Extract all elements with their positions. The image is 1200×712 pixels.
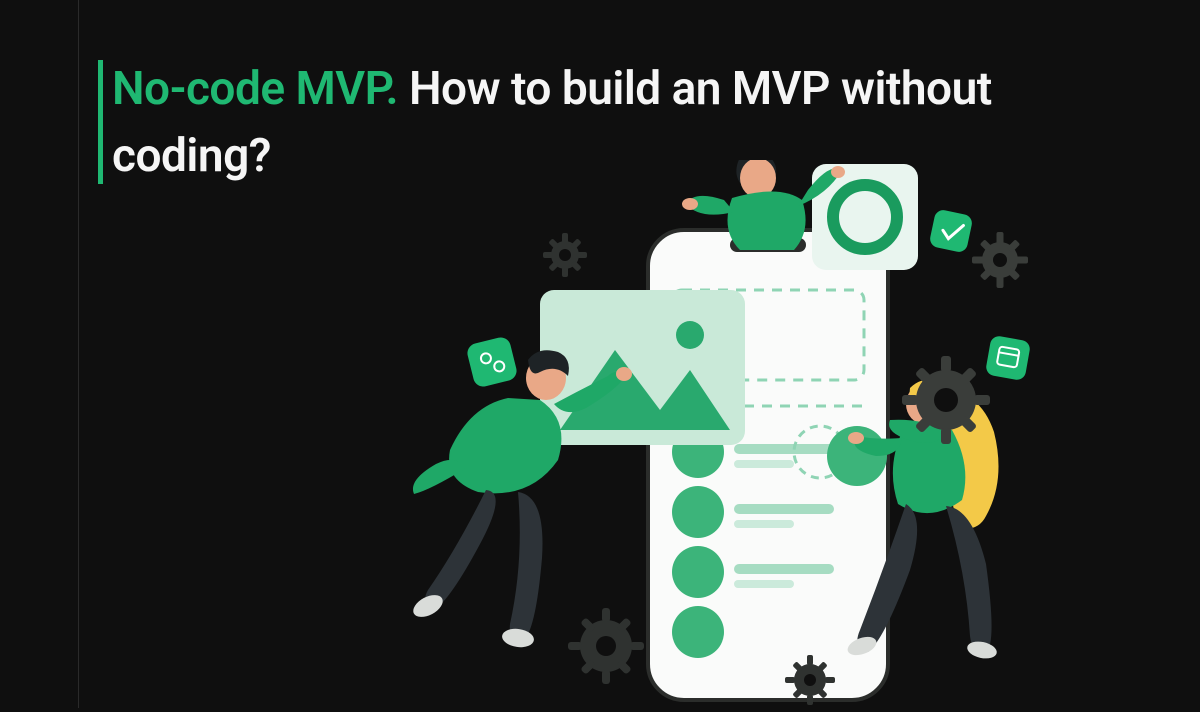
heading-accent-bar (98, 60, 103, 184)
hero-illustration (390, 160, 1130, 708)
title-accent-text: No-code MVP. (112, 62, 398, 116)
calendar-badge-icon (985, 335, 1031, 381)
settings-badge-icon (465, 335, 518, 388)
vertical-divider (78, 0, 79, 708)
gear-icon (543, 233, 587, 277)
gear-icon (568, 608, 644, 684)
person-left (410, 350, 632, 649)
list-item (672, 606, 724, 658)
gear-icon (972, 232, 1028, 288)
image-placeholder-card (540, 290, 745, 445)
check-badge-icon (928, 208, 973, 253)
